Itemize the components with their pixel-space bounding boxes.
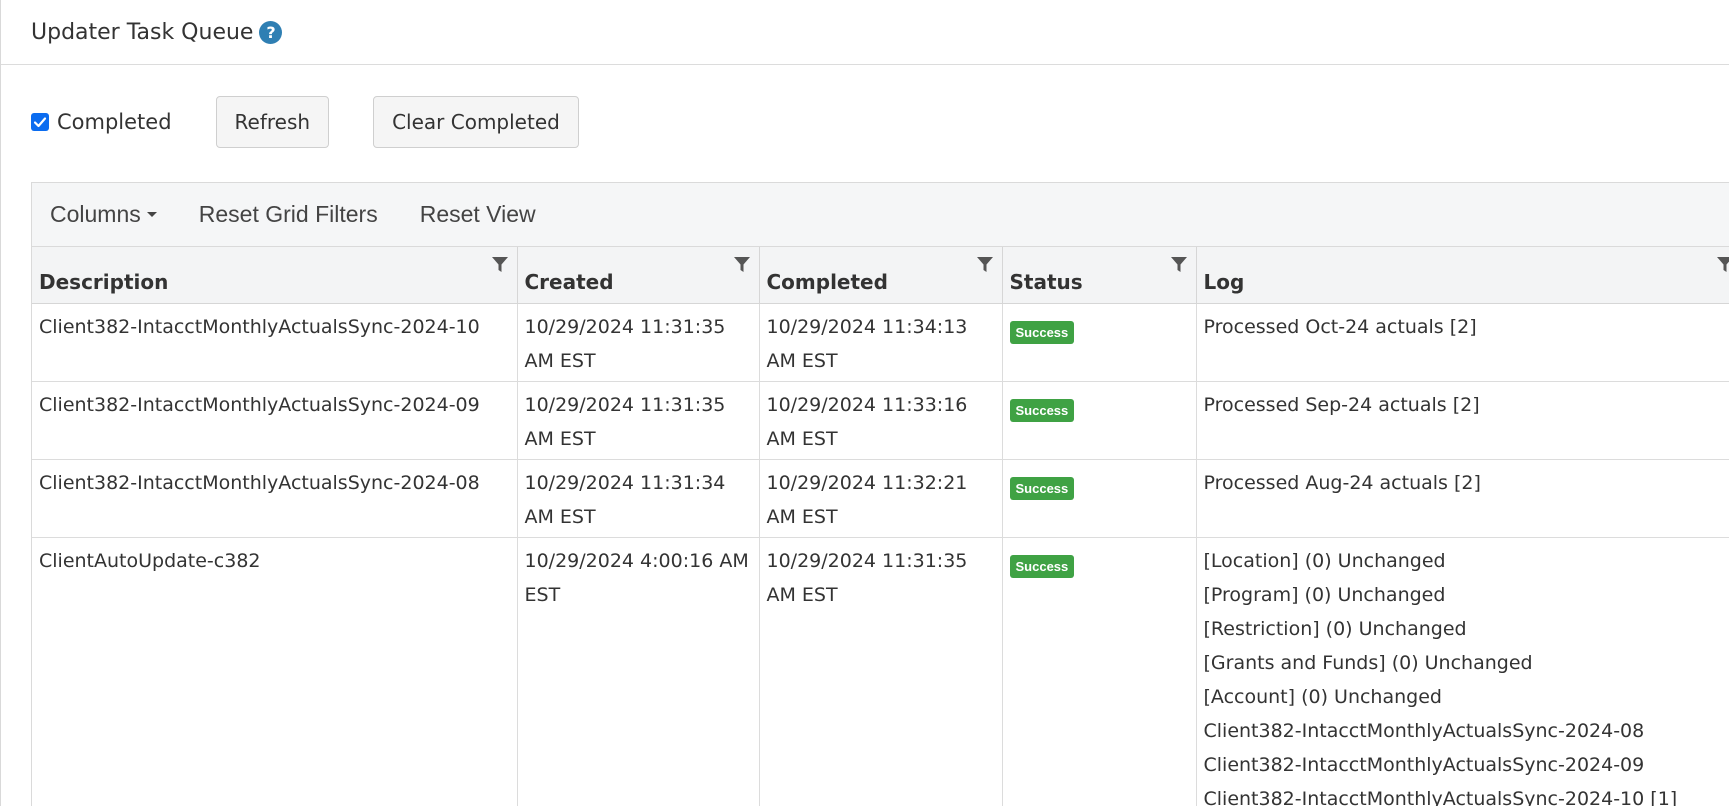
filter-icon[interactable] xyxy=(1715,255,1729,275)
created-cell: 10/29/2024 4:00:16 AM EST xyxy=(517,537,760,806)
status-cell: Success xyxy=(1002,537,1197,806)
filter-icon[interactable] xyxy=(1169,255,1189,275)
columns-menu-label: Columns xyxy=(50,201,141,227)
log-line: [Program] (0) Unchanged xyxy=(1203,583,1446,606)
log-line: [Account] (0) Unchanged xyxy=(1203,685,1442,708)
status-badge: Success xyxy=(1009,476,1075,500)
log-cell: Processed Sep-24 actuals [2] xyxy=(1196,381,1729,460)
page-title: Updater Task Queue xyxy=(31,19,254,45)
description-cell: Client382-IntacctMonthlyActualsSync-2024… xyxy=(32,459,518,538)
description-cell: Client382-IntacctMonthlyActualsSync-2024… xyxy=(32,381,518,460)
columns-menu-button[interactable]: Columns xyxy=(50,201,157,228)
status-cell: Success xyxy=(1002,459,1197,538)
completed-cell: 10/29/2024 11:34:13 AM EST xyxy=(759,303,1003,382)
table-row[interactable]: Client382-IntacctMonthlyActualsSync-2024… xyxy=(32,381,1729,460)
grid-toolbar: Columns Reset Grid Filters Reset View xyxy=(32,183,1729,247)
column-header-label: Log xyxy=(1203,269,1245,294)
description-cell: ClientAutoUpdate-c382 xyxy=(32,537,518,806)
created-cell: 10/29/2024 11:31:35 AM EST xyxy=(517,303,760,382)
page: Updater Task Queue ? Completed Refresh C… xyxy=(0,0,1729,806)
completed-cell: 10/29/2024 11:31:35 AM EST xyxy=(759,537,1003,806)
table-row[interactable]: ClientAutoUpdate-c382 10/29/2024 4:00:16… xyxy=(32,537,1729,806)
column-header-status[interactable]: Status xyxy=(1002,247,1197,304)
filter-icon[interactable] xyxy=(975,255,995,275)
log-line: Processed Oct-24 actuals [2] xyxy=(1203,315,1477,338)
reset-view-button[interactable]: Reset View xyxy=(420,201,536,228)
table-row[interactable]: Client382-IntacctMonthlyActualsSync-2024… xyxy=(32,459,1729,538)
caret-down-icon xyxy=(146,212,157,217)
completed-checkbox-label: Completed xyxy=(57,110,172,134)
log-line: Processed Aug-24 actuals [2] xyxy=(1203,471,1481,494)
filter-icon[interactable] xyxy=(732,255,752,275)
check-icon xyxy=(33,117,47,128)
log-line: Client382-IntacctMonthlyActualsSync-2024… xyxy=(1203,753,1645,776)
completed-cell: 10/29/2024 11:32:21 AM EST xyxy=(759,459,1003,538)
completed-checkbox[interactable] xyxy=(31,113,49,131)
help-icon[interactable]: ? xyxy=(259,20,283,44)
toolbar: Completed Refresh Clear Completed xyxy=(31,96,579,148)
log-cell: Processed Oct-24 actuals [2] xyxy=(1196,303,1729,382)
column-header-label: Status xyxy=(1009,269,1083,294)
column-header-completed[interactable]: Completed xyxy=(759,247,1003,304)
log-line: Processed Sep-24 actuals [2] xyxy=(1203,393,1480,416)
status-badge: Success xyxy=(1009,398,1075,422)
completed-cell: 10/29/2024 11:33:16 AM EST xyxy=(759,381,1003,460)
created-cell: 10/29/2024 11:31:34 AM EST xyxy=(517,459,760,538)
filter-icon[interactable] xyxy=(490,255,510,275)
column-header-description[interactable]: Description xyxy=(32,247,518,304)
log-line: Client382-IntacctMonthlyActualsSync-2024… xyxy=(1203,719,1645,742)
log-line: [Location] (0) Unchanged xyxy=(1203,549,1446,572)
description-cell: Client382-IntacctMonthlyActualsSync-2024… xyxy=(32,303,518,382)
table-row[interactable]: Client382-IntacctMonthlyActualsSync-2024… xyxy=(32,303,1729,382)
column-header-label: Description xyxy=(39,269,169,294)
created-cell: 10/29/2024 11:31:35 AM EST xyxy=(517,381,760,460)
log-line: [Grants and Funds] (0) Unchanged xyxy=(1203,651,1533,674)
column-header-label: Created xyxy=(524,269,614,294)
clear-completed-button[interactable]: Clear Completed xyxy=(373,96,579,148)
log-line: Client382-IntacctMonthlyActualsSync-2024… xyxy=(1203,787,1678,806)
completed-filter[interactable]: Completed xyxy=(31,110,172,134)
status-cell: Success xyxy=(1002,381,1197,460)
reset-grid-filters-button[interactable]: Reset Grid Filters xyxy=(199,201,378,228)
log-cell: Processed Aug-24 actuals [2] xyxy=(1196,459,1729,538)
log-line: [Restriction] (0) Unchanged xyxy=(1203,617,1467,640)
status-cell: Success xyxy=(1002,303,1197,382)
log-cell: [Location] (0) Unchanged [Program] (0) U… xyxy=(1196,537,1729,806)
status-badge: Success xyxy=(1009,320,1075,344)
column-header-created[interactable]: Created xyxy=(517,247,760,304)
table-header-row: Description Created Completed Status Log xyxy=(32,247,1729,304)
column-header-log[interactable]: Log xyxy=(1196,247,1729,304)
page-header: Updater Task Queue ? xyxy=(1,0,1729,65)
task-grid: Columns Reset Grid Filters Reset View De… xyxy=(31,182,1729,806)
refresh-button[interactable]: Refresh xyxy=(215,96,330,148)
status-badge: Success xyxy=(1009,554,1075,578)
task-table: Description Created Completed Status Log… xyxy=(32,247,1729,806)
column-header-label: Completed xyxy=(766,269,888,294)
